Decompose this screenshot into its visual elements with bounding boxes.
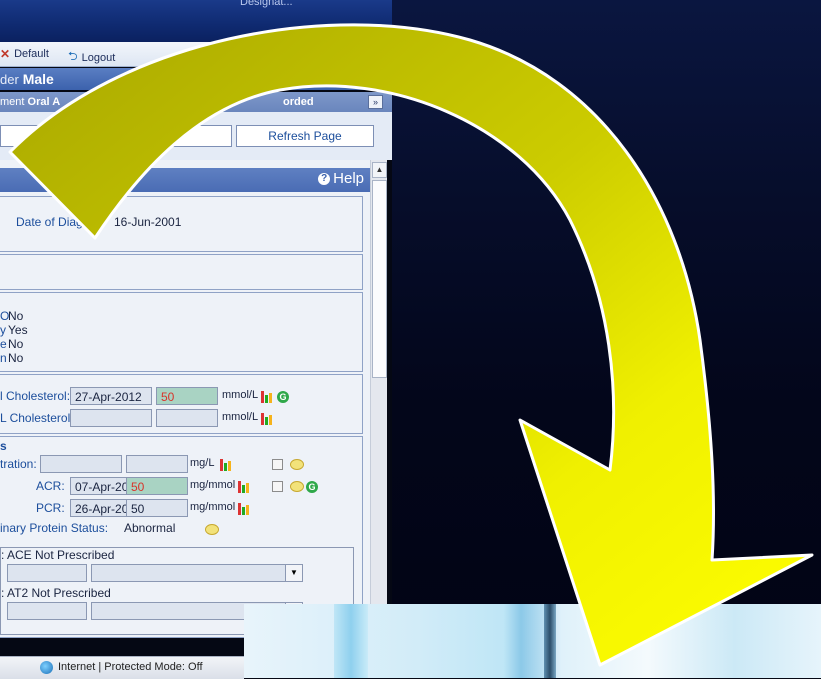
curved-arrow — [8, 23, 814, 667]
curved-arrow-overlay — [8, 23, 814, 667]
